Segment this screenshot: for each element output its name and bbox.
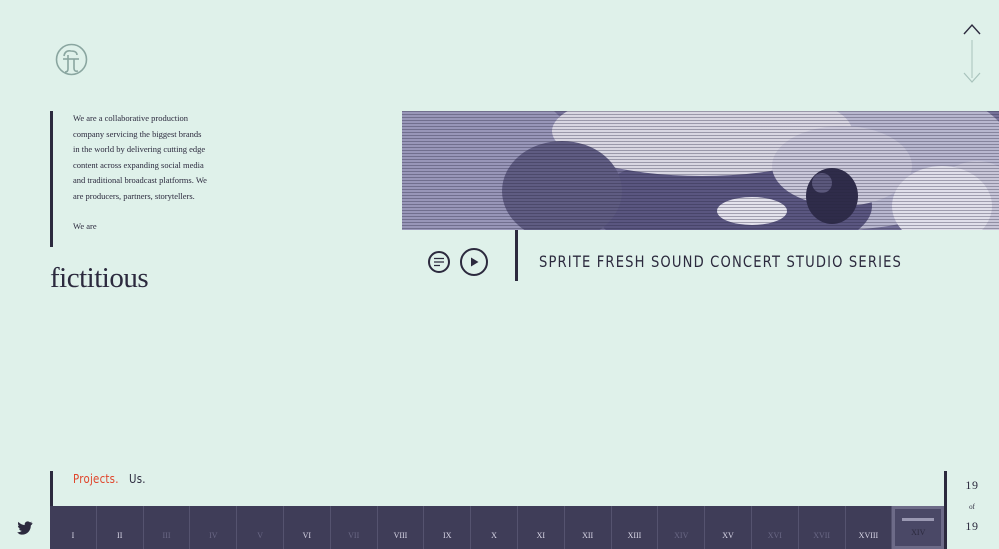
strip-item[interactable]: XIV <box>658 506 706 549</box>
project-strip: I II III IV V VI VII VIII IX X XI XII XIII XIV XV XVI XV… <box>50 506 945 549</box>
strip-item-label: IX <box>443 531 452 540</box>
strip-item-label: XVIII <box>858 531 879 540</box>
counter-current: 19 <box>965 478 979 492</box>
arrow-up-icon[interactable] <box>963 23 981 35</box>
play-button[interactable] <box>460 248 488 276</box>
strip-item-label: X <box>491 531 497 540</box>
list-icon <box>434 257 444 267</box>
strip-item[interactable]: XVI <box>752 506 799 549</box>
project-title[interactable]: SPRITE FRESH SOUND CONCERT STUDIO SERIES <box>539 252 902 271</box>
nav-divider-left <box>50 471 53 507</box>
strip-item-label: III <box>162 531 171 540</box>
strip-item[interactable]: IV <box>190 506 238 549</box>
strip-item-label: IV <box>209 531 218 540</box>
strip-item[interactable]: I <box>50 506 97 549</box>
strip-item-label: I <box>71 531 75 540</box>
strip-item-label: XII <box>582 531 594 540</box>
strip-item[interactable]: II <box>97 506 144 549</box>
strip-item-label: VI <box>302 531 312 540</box>
strip-item[interactable]: XV <box>705 506 752 549</box>
intro-block: We are a collaborative production compan… <box>50 111 210 247</box>
strip-item[interactable]: V <box>237 506 284 549</box>
scroll-nav <box>963 23 981 83</box>
twitter-icon[interactable] <box>17 521 33 535</box>
strip-item-label: II <box>117 531 123 540</box>
counter-total: 19 <box>965 519 979 533</box>
counter-of: of <box>969 503 975 511</box>
strip-item[interactable]: VIII <box>378 506 425 549</box>
strip-item[interactable]: III <box>144 506 191 549</box>
nav-us-link[interactable]: Us. <box>129 472 146 486</box>
strip-item[interactable]: X <box>471 506 518 549</box>
title-divider <box>515 230 518 281</box>
strip-item-label: XV <box>722 531 734 540</box>
strip-item[interactable]: XVII <box>799 506 846 549</box>
strip-item[interactable]: XIV <box>892 506 945 549</box>
strip-item[interactable]: XIII <box>612 506 659 549</box>
strip-item[interactable]: VI <box>284 506 331 549</box>
we-are-label: We are <box>73 221 97 231</box>
strip-item[interactable]: IX <box>424 506 472 549</box>
strip-item-label: XIII <box>627 531 642 540</box>
hero-image[interactable] <box>402 111 999 230</box>
strip-item[interactable]: XI <box>518 506 565 549</box>
strip-item-label: VII <box>348 531 360 540</box>
strip-item[interactable]: VII <box>331 506 378 549</box>
strip-item[interactable]: XII <box>565 506 612 549</box>
nav-projects-link[interactable]: Projects. <box>73 472 119 486</box>
strip-item-label: VIII <box>393 531 408 540</box>
intro-text: We are a collaborative production compan… <box>73 113 207 201</box>
strip-item[interactable]: XVIII <box>846 506 893 549</box>
details-button[interactable] <box>428 251 450 273</box>
strip-item-label: XIV <box>911 528 926 537</box>
nav-divider-right <box>944 471 947 549</box>
strip-item-label: XVI <box>767 531 782 540</box>
strip-item-label: XIV <box>674 531 689 540</box>
strip-item-label: XVII <box>813 531 831 540</box>
logo-icon[interactable] <box>55 43 88 76</box>
play-icon <box>471 257 479 267</box>
brand-wordmark: fictitious <box>50 262 149 294</box>
project-counter: 19 of 19 <box>958 478 986 534</box>
strip-item-label: XI <box>536 531 546 540</box>
strip-item-label: V <box>257 531 263 540</box>
